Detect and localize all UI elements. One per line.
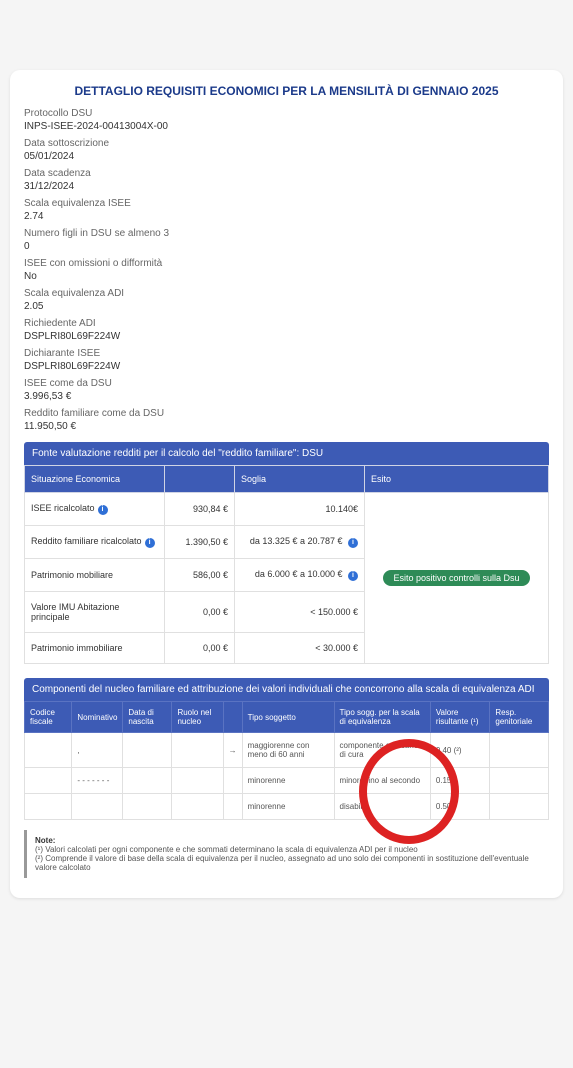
detail-card: DETTAGLIO REQUISITI ECONOMICI PER LA MEN… — [10, 70, 563, 898]
note-block: Note: (¹) Valori calcolati per ogni comp… — [24, 830, 549, 878]
cell-value: 0,00 € — [165, 592, 235, 633]
cell-value: 930,84 € — [165, 493, 235, 526]
field-label: Dichiarante ISEE — [24, 348, 549, 359]
col-header: Nominativo — [72, 702, 123, 733]
cell — [490, 733, 549, 768]
field-value: 2.05 — [24, 301, 549, 312]
col-value — [165, 466, 235, 493]
cell — [25, 733, 72, 768]
cell-value: 0,00 € — [165, 633, 235, 664]
col-header — [223, 702, 242, 733]
field-label: Reddito familiare come da DSU — [24, 408, 549, 419]
field-label: Data scadenza — [24, 168, 549, 179]
cell-name: Patrimonio immobiliare — [25, 633, 165, 664]
table-row: - - - - - - - minorenneminore fino al sec… — [25, 768, 549, 794]
field-value: 3.996,53 € — [24, 391, 549, 402]
cell: maggiorenne con meno di 60 anni — [242, 733, 334, 768]
note-1: (¹) Valori calcolati per ogni componente… — [35, 845, 418, 854]
field-label: Data sottoscrizione — [24, 138, 549, 149]
field-value: DSPLRI80L69F224W — [24, 331, 549, 342]
economic-table: Situazione Economica Soglia Esito ISEE r… — [24, 465, 549, 664]
info-icon[interactable]: i — [98, 505, 108, 515]
col-esito: Esito — [365, 466, 549, 493]
cell: minorenne — [242, 768, 334, 794]
fields-block: Protocollo DSU INPS-ISEE-2024-00413004X-0… — [24, 108, 549, 432]
cell — [123, 794, 172, 820]
cell: → — [223, 733, 242, 768]
table2-header: Componenti del nucleo familiare ed attri… — [24, 678, 549, 701]
cell: - - - - - - - — [72, 768, 123, 794]
field-label: Richiedente ADI — [24, 318, 549, 329]
field-value: 0 — [24, 241, 549, 252]
table1-header: Fonte valutazione redditi per il calcolo… — [24, 442, 549, 465]
cell — [223, 768, 242, 794]
cell — [123, 768, 172, 794]
cell — [172, 733, 223, 768]
cell-name: Reddito familiare ricalcolatoi — [25, 526, 165, 559]
field-value: 05/01/2024 — [24, 151, 549, 162]
cell — [72, 794, 123, 820]
esito-badge: Esito positivo controlli sulla Dsu — [383, 570, 529, 586]
field-label: ISEE con omissioni o difformità — [24, 258, 549, 269]
col-header: Resp. genitoriale — [490, 702, 549, 733]
cell: minore fino al secondo — [334, 768, 430, 794]
cell — [25, 768, 72, 794]
cell: 0.15 — [430, 768, 490, 794]
field-value: No — [24, 271, 549, 282]
page-title: DETTAGLIO REQUISITI ECONOMICI PER LA MEN… — [24, 84, 549, 98]
table-row: ISEE ricalcolatoi930,84 €10.140€Esito po… — [25, 493, 549, 526]
cell: 0.40 (²) — [430, 733, 490, 768]
cell-soglia: 10.140€ — [235, 493, 365, 526]
field-label: Scala equivalenza ISEE — [24, 198, 549, 209]
cell-name: Valore IMU Abitazione principale — [25, 592, 165, 633]
field-value: DSPLRI80L69F224W — [24, 361, 549, 372]
cell-soglia: da 6.000 € a 10.000 € i — [235, 559, 365, 592]
cell-soglia: da 13.325 € a 20.787 € i — [235, 526, 365, 559]
cell — [172, 768, 223, 794]
cell: , — [72, 733, 123, 768]
table-row: , →maggiorenne con meno di 60 annicompone… — [25, 733, 549, 768]
cell-esito: Esito positivo controlli sulla Dsu — [365, 493, 549, 664]
info-icon[interactable]: i — [145, 538, 155, 548]
cell: disabile — [334, 794, 430, 820]
household-table: Codice fiscaleNominativoData di nascitaR… — [24, 701, 549, 820]
table-row: minorennedisabile0.50 — [25, 794, 549, 820]
col-header: Valore risultante (¹) — [430, 702, 490, 733]
col-header: Ruolo nel nucleo — [172, 702, 223, 733]
note-title: Note: — [35, 836, 55, 845]
cell — [172, 794, 223, 820]
field-label: Numero figli in DSU se almeno 3 — [24, 228, 549, 239]
cell — [223, 794, 242, 820]
field-value: INPS-ISEE-2024-00413004X-00 — [24, 121, 549, 132]
note-2: (²) Comprende il valore di base della sc… — [35, 854, 529, 872]
col-header: Tipo soggetto — [242, 702, 334, 733]
field-label: Scala equivalenza ADI — [24, 288, 549, 299]
field-label: ISEE come da DSU — [24, 378, 549, 389]
info-icon[interactable]: i — [348, 571, 358, 581]
table2-wrap: Codice fiscaleNominativoData di nascitaR… — [24, 701, 549, 820]
info-icon[interactable]: i — [348, 538, 358, 548]
field-value: 11.950,50 € — [24, 421, 549, 432]
cell-value: 586,00 € — [165, 559, 235, 592]
field-value: 31/12/2024 — [24, 181, 549, 192]
cell: 0.50 — [430, 794, 490, 820]
col-header: Tipo sogg. per la scala di equivalenza — [334, 702, 430, 733]
cell-name: ISEE ricalcolatoi — [25, 493, 165, 526]
cell — [490, 768, 549, 794]
cell-value: 1.390,50 € — [165, 526, 235, 559]
cell-name: Patrimonio mobiliare — [25, 559, 165, 592]
cell-soglia: < 30.000 € — [235, 633, 365, 664]
field-value: 2.74 — [24, 211, 549, 222]
field-label: Protocollo DSU — [24, 108, 549, 119]
col-situazione: Situazione Economica — [25, 466, 165, 493]
cell-soglia: < 150.000 € — [235, 592, 365, 633]
col-soglia: Soglia — [235, 466, 365, 493]
cell: componente con carico di cura — [334, 733, 430, 768]
cell — [123, 733, 172, 768]
col-header: Data di nascita — [123, 702, 172, 733]
cell: minorenne — [242, 794, 334, 820]
col-header: Codice fiscale — [25, 702, 72, 733]
cell — [25, 794, 72, 820]
cell — [490, 794, 549, 820]
